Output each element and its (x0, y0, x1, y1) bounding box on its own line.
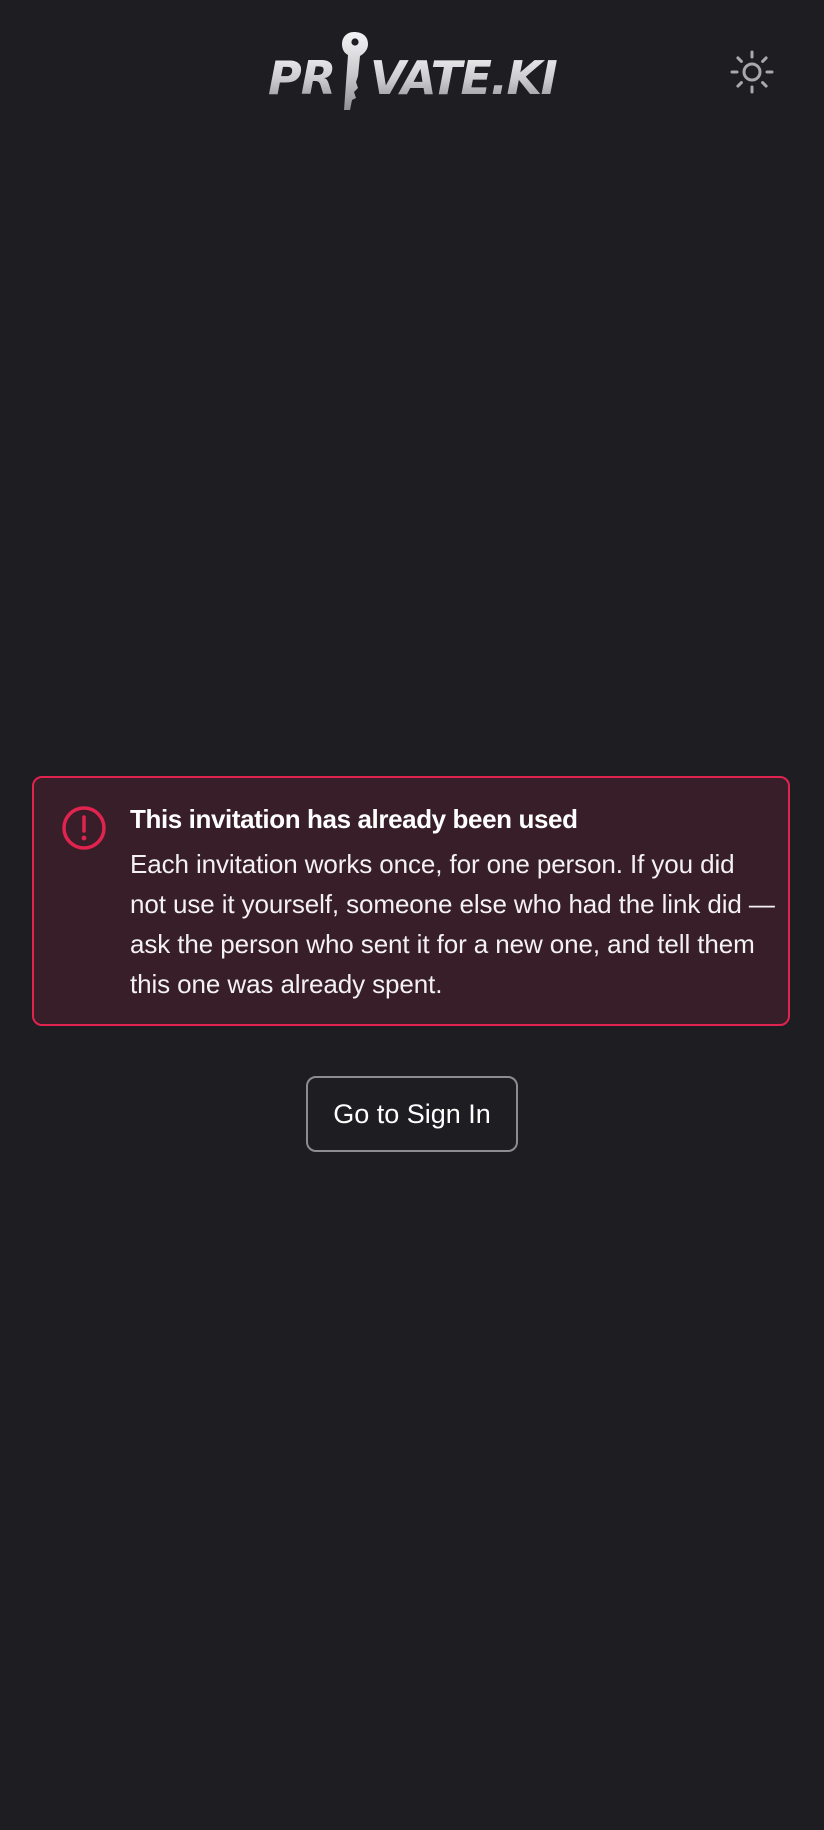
svg-text:PR: PR (268, 51, 335, 105)
brand-logo[interactable]: PR VATE.KI (266, 28, 558, 114)
theme-toggle-button[interactable] (724, 46, 780, 98)
invitation-used-alert: This invitation has already been used Ea… (32, 776, 790, 1026)
logo-wordmark: PR VATE.KI (268, 32, 558, 110)
invitation-used-page: PR VATE.KI This invitation has already b… (0, 0, 824, 1830)
key-icon (342, 32, 368, 110)
alert-message: Each invitation works once, for one pers… (130, 849, 775, 999)
header: PR VATE.KI (0, 0, 824, 140)
alert-title: This invitation has already been used (130, 804, 578, 834)
alert-circle-icon (62, 806, 106, 850)
go-to-sign-in-button[interactable]: Go to Sign In (306, 1076, 518, 1152)
svg-text:VATE.KI: VATE.KI (370, 51, 558, 105)
sun-icon (730, 50, 774, 94)
